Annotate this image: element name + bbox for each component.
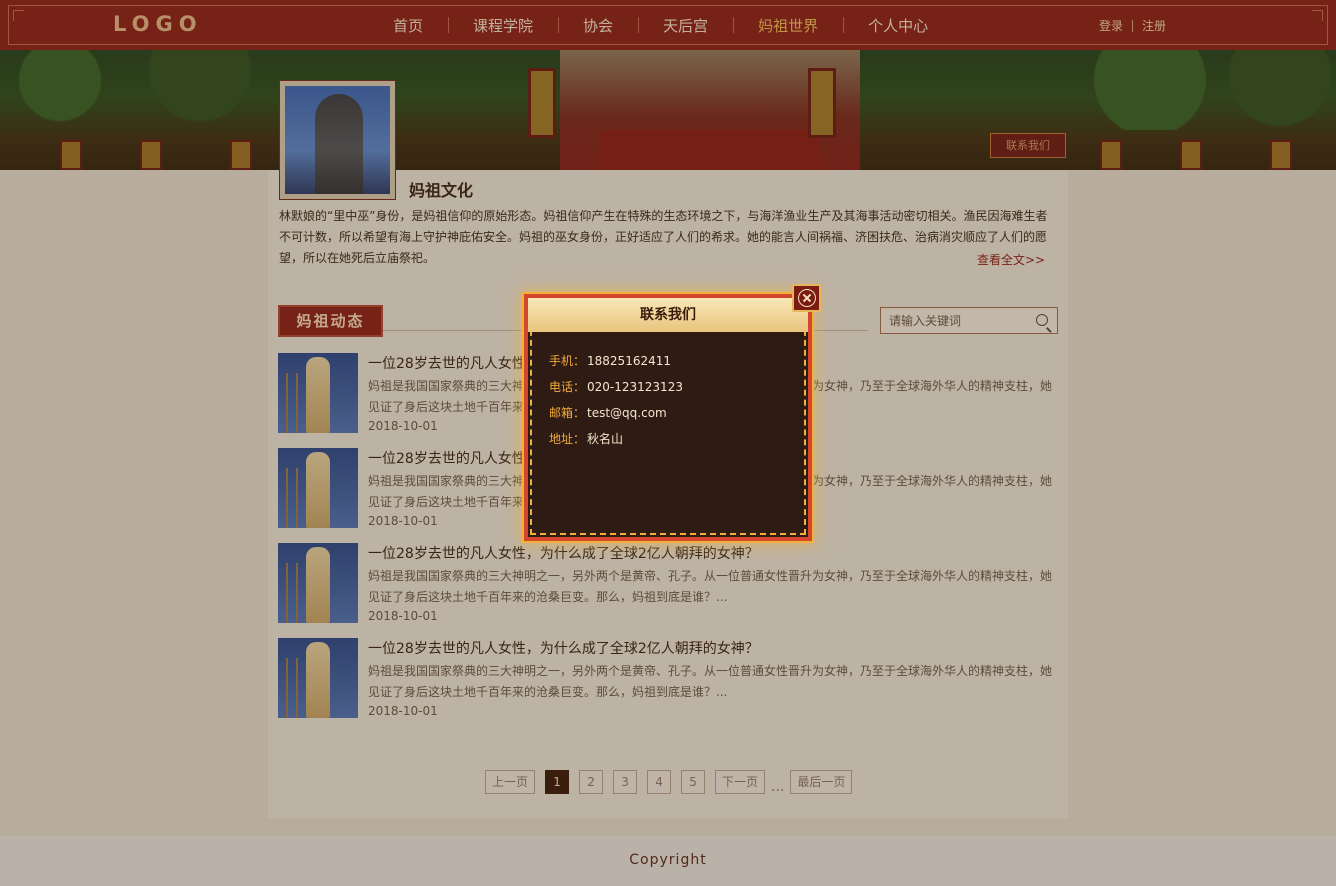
address-label: 地址： — [549, 432, 586, 446]
contact-address: 地址： 秋名山 — [549, 426, 683, 452]
contact-phone: 电话： 020-123123123 — [549, 374, 683, 400]
modal-title: 联系我们 — [528, 298, 808, 332]
mobile-label: 手机： — [549, 354, 586, 368]
modal-close-button[interactable] — [792, 284, 821, 312]
contact-details: 手机： 18825162411 电话： 020-123123123 邮箱： test@… — [549, 348, 683, 452]
contact-mobile: 手机： 18825162411 — [549, 348, 683, 374]
email-value: test@qq.com — [587, 406, 667, 420]
close-icon — [798, 289, 816, 307]
phone-label: 电话： — [549, 380, 586, 394]
email-label: 邮箱： — [549, 406, 586, 420]
contact-email: 邮箱： test@qq.com — [549, 400, 683, 426]
address-value: 秋名山 — [587, 432, 624, 446]
contact-modal: 联系我们 手机： 18825162411 电话： 020-123123123 邮箱：… — [524, 294, 812, 541]
phone-value: 020-123123123 — [587, 380, 683, 394]
mobile-value: 18825162411 — [587, 354, 671, 368]
